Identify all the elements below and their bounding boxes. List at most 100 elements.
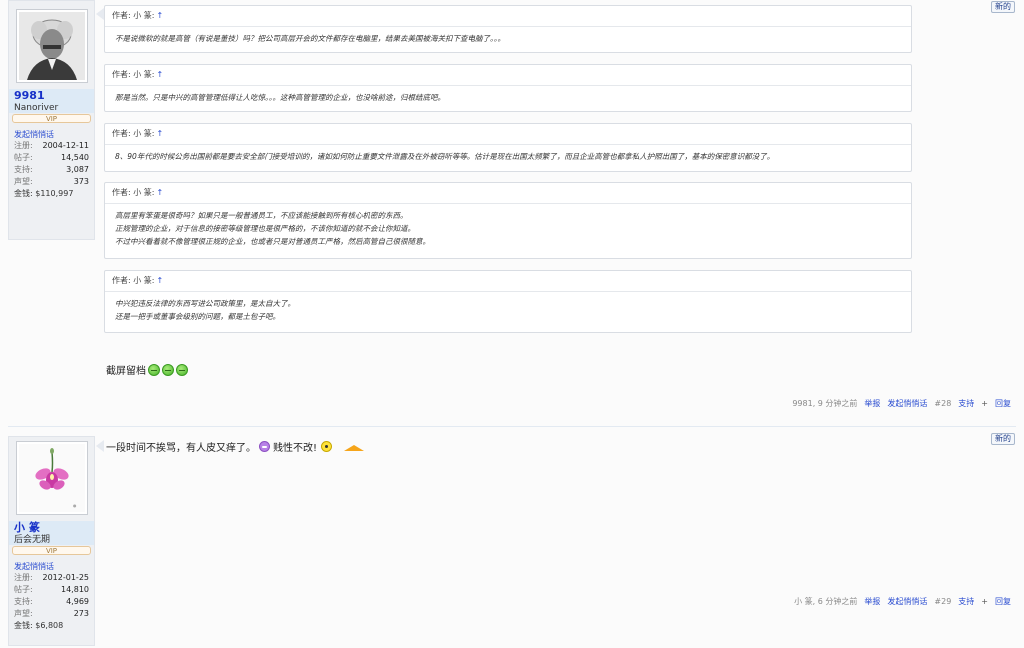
emoticon-icon	[259, 441, 270, 452]
new-badge[interactable]: 新的	[991, 1, 1015, 13]
stat-support: 支持: 4,969	[9, 596, 94, 608]
stat-label: 声望:	[14, 609, 33, 618]
quote-body: 那是当然。只是中兴的高管管理低得让人吃惊。。。这种高管管理的企业，也没啥前途，归…	[105, 86, 911, 104]
quote-body: 8、90年代的时候公务出国前都是要去安全部门接受培训的，诸如如何防止重要文件泄露…	[105, 145, 911, 163]
plus-icon[interactable]: +	[981, 399, 988, 408]
jump-arrow-icon[interactable]: ↑	[156, 129, 163, 138]
send-pm-link[interactable]: 发起悄悄话	[887, 596, 927, 607]
avatar[interactable]: ●	[15, 441, 88, 515]
post-divider	[8, 426, 1016, 427]
post-29: ● 小 篆 后会无期 VIP 发起悄悄话 注册: 2012-01-25 帖子: 14…	[0, 428, 1024, 648]
quote-line: 高层里有笨蛋是很奇吗？如果只是一般普通员工，不应该能接触到所有核心机密的东西。	[115, 211, 408, 220]
stat-label: 注册:	[14, 141, 33, 150]
emoticon-icon	[321, 441, 333, 452]
reply-link[interactable]: 回复	[995, 398, 1011, 409]
post-text-content: 一段时间不挨骂，有人皮又痒了。	[106, 443, 256, 454]
avatar[interactable]	[15, 9, 88, 83]
send-pm-link[interactable]: 发起悄悄话	[9, 561, 94, 572]
quote-author: 作者: 小 篆:	[112, 11, 155, 20]
post-text: 截屏留档	[106, 362, 188, 377]
emoticon-icon	[344, 444, 365, 451]
stat-money: 金钱: $6,808	[9, 620, 94, 632]
quote-author: 作者: 小 篆:	[112, 129, 155, 138]
username[interactable]: 小 篆	[9, 521, 94, 535]
vip-badge: VIP	[12, 546, 91, 555]
plus-icon[interactable]: +	[981, 597, 988, 606]
stat-label: 注册:	[14, 573, 33, 582]
stat-value: 3,087	[66, 165, 89, 174]
quote-line: 正规管理的企业，对于信息的接密等级管理也是很严格的，不该你知道的就不会让你知道。	[115, 224, 415, 233]
post-28: 9981 Nanoriver VIP 发起悄悄话 注册: 2004-12-11 帖…	[0, 0, 1024, 425]
send-pm-link[interactable]: 发起悄悄话	[9, 129, 94, 140]
smiley-icon	[176, 363, 188, 376]
jump-arrow-icon[interactable]: ↑	[156, 276, 163, 285]
quote-header: 作者: 小 篆: ↑	[105, 271, 911, 292]
new-badge[interactable]: 新的	[991, 433, 1015, 445]
reply-link[interactable]: 回复	[995, 596, 1011, 607]
quote-body: 高层里有笨蛋是很奇吗？如果只是一般普通员工，不应该能接触到所有核心机密的东西。 …	[105, 204, 911, 248]
stat-reputation: 声望: 373	[9, 176, 94, 188]
avatar-portrait-image	[18, 12, 85, 80]
quote-block: 作者: 小 篆: ↑ 8、90年代的时候公务出国前都是要去安全部门接受培训的，诸如…	[104, 123, 912, 172]
report-link[interactable]: 举报	[864, 398, 880, 409]
stat-label: 声望:	[14, 177, 33, 186]
support-link[interactable]: 支持	[958, 398, 974, 409]
stat-money: 金钱: $110,997	[9, 188, 94, 200]
post-text-content: 贱性不改!	[273, 443, 318, 454]
quote-line: 不是说微软的就是高管（有说是董技）吗？把公司高层开会的文件都存在电脑里，结果去美…	[115, 34, 505, 43]
send-pm-link[interactable]: 发起悄悄话	[887, 398, 927, 409]
post-meta: 9981, 9 分钟之前	[792, 399, 858, 408]
stat-money-label: 金钱: $110,997	[14, 189, 74, 198]
jump-arrow-icon[interactable]: ↑	[156, 70, 163, 79]
speech-pointer	[96, 8, 104, 20]
stat-value: 14,810	[61, 585, 89, 594]
report-link[interactable]: 举报	[864, 596, 880, 607]
quote-header: 作者: 小 篆: ↑	[105, 124, 911, 145]
stat-reputation: 声望: 273	[9, 608, 94, 620]
post-number[interactable]: #28	[934, 399, 951, 408]
stat-value: 14,540	[61, 153, 89, 162]
post-number[interactable]: #29	[934, 597, 951, 606]
user-subtitle: Nanoriver	[9, 103, 94, 113]
post-footer: 小 篆, 6 分钟之前 举报 发起悄悄话 #29 支持 + 回复	[794, 596, 1011, 607]
stat-money-label: 金钱: $6,808	[14, 621, 64, 630]
vip-badge: VIP	[12, 114, 91, 123]
quote-line: 不过中兴看着就不像管理很正规的企业，也或者只是对普通员工严格，然后高管自己很很随…	[115, 237, 430, 246]
quote-block: 作者: 小 篆: ↑ 那是当然。只是中兴的高管管理低得让人吃惊。。。这种高管管理的…	[104, 64, 912, 112]
quote-author: 作者: 小 篆:	[112, 70, 155, 79]
stat-posts: 帖子: 14,810	[9, 584, 94, 596]
quote-header: 作者: 小 篆: ↑	[105, 6, 911, 27]
stat-support: 支持: 3,087	[9, 164, 94, 176]
user-card: ● 小 篆 后会无期 VIP 发起悄悄话 注册: 2012-01-25 帖子: 14…	[8, 436, 95, 646]
post-text-content: 截屏留档	[106, 366, 146, 377]
quote-body: 中兴犯违反法律的东西写进公司政策里，是太自大了。 还是一把手或董事会级别的问题，…	[105, 292, 911, 323]
stat-value: 373	[73, 177, 89, 186]
avatar-orchid-image: ●	[18, 444, 85, 512]
quote-body: 不是说微软的就是高管（有说是董技）吗？把公司高层开会的文件都存在电脑里，结果去美…	[105, 27, 911, 45]
quote-line: 还是一把手或董事会级别的问题，都是土包子吧。	[115, 312, 280, 321]
stat-value: 2004-12-11	[42, 141, 90, 150]
quote-header: 作者: 小 篆: ↑	[105, 183, 911, 204]
quote-block: 作者: 小 篆: ↑ 不是说微软的就是高管（有说是董技）吗？把公司高层开会的文件都…	[104, 5, 912, 53]
stat-label: 支持:	[14, 165, 33, 174]
user-subtitle: 后会无期	[9, 535, 94, 545]
stat-value: 2012-01-25	[42, 573, 90, 582]
username[interactable]: 9981	[9, 89, 94, 103]
quote-block: 作者: 小 篆: ↑ 高层里有笨蛋是很奇吗？如果只是一般普通员工，不应该能接触到所…	[104, 182, 912, 259]
jump-arrow-icon[interactable]: ↑	[156, 188, 163, 197]
stat-value: 273	[73, 609, 89, 618]
post-footer: 9981, 9 分钟之前 举报 发起悄悄话 #28 支持 + 回复	[792, 398, 1011, 409]
stat-label: 帖子:	[14, 585, 33, 594]
quote-header: 作者: 小 篆: ↑	[105, 65, 911, 86]
stat-value: 4,969	[66, 597, 89, 606]
smiley-icon	[148, 363, 160, 376]
quote-author: 作者: 小 篆:	[112, 188, 155, 197]
speech-pointer	[96, 440, 104, 452]
support-link[interactable]: 支持	[958, 596, 974, 607]
quote-line: 8、90年代的时候公务出国前都是要去安全部门接受培训的，诸如如何防止重要文件泄露…	[115, 152, 775, 161]
stat-register: 注册: 2004-12-11	[9, 140, 94, 152]
smiley-icon	[162, 363, 174, 376]
quote-block: 作者: 小 篆: ↑ 中兴犯违反法律的东西写进公司政策里，是太自大了。 还是一把手…	[104, 270, 912, 333]
jump-arrow-icon[interactable]: ↑	[156, 11, 163, 20]
quote-line: 那是当然。只是中兴的高管管理低得让人吃惊。。。这种高管管理的企业，也没啥前途，归…	[115, 93, 445, 102]
